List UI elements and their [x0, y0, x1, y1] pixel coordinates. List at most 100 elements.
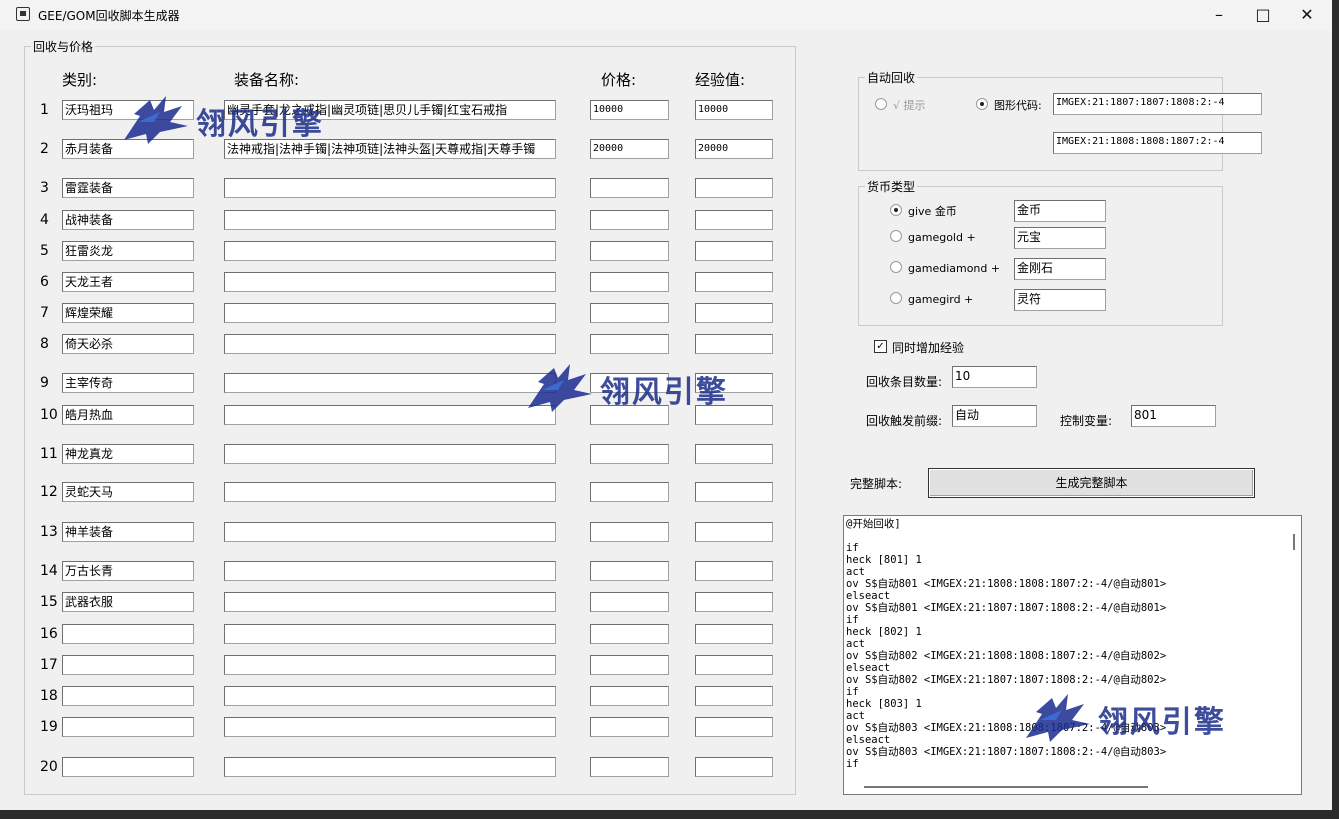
- item-names-field[interactable]: [224, 241, 556, 261]
- item-names-field[interactable]: [224, 303, 556, 323]
- item-names-field[interactable]: [224, 561, 556, 581]
- price-field[interactable]: [590, 655, 669, 675]
- generate-script-button[interactable]: 生成完整脚本: [928, 468, 1255, 498]
- category-field[interactable]: [62, 624, 194, 644]
- exp-field[interactable]: [695, 334, 773, 354]
- exp-field[interactable]: [695, 482, 773, 502]
- price-field[interactable]: 10000: [590, 100, 669, 120]
- category-field[interactable]: [62, 655, 194, 675]
- graphic-code-1-field[interactable]: IMGEX:21:1807:1807:1808:2:-4: [1053, 93, 1262, 115]
- category-field[interactable]: [62, 717, 194, 737]
- currency-name-field[interactable]: 元宝: [1014, 227, 1106, 249]
- item-names-field[interactable]: [224, 522, 556, 542]
- hint-radio[interactable]: √ 提示: [875, 97, 926, 113]
- count-field[interactable]: 10: [952, 366, 1037, 388]
- category-field[interactable]: 赤月装备: [62, 139, 194, 159]
- exp-field[interactable]: [695, 405, 773, 425]
- category-field[interactable]: 辉煌荣耀: [62, 303, 194, 323]
- maximize-button[interactable]: □: [1240, 0, 1286, 30]
- price-field[interactable]: [590, 522, 669, 542]
- currency-radio[interactable]: give 金币: [890, 203, 957, 219]
- category-field[interactable]: [62, 757, 194, 777]
- category-field[interactable]: 狂雷炎龙: [62, 241, 194, 261]
- category-field[interactable]: 神羊装备: [62, 522, 194, 542]
- item-names-field[interactable]: [224, 272, 556, 292]
- exp-field[interactable]: [695, 717, 773, 737]
- price-field[interactable]: [590, 241, 669, 261]
- item-names-field[interactable]: [224, 757, 556, 777]
- currency-name-field[interactable]: 金刚石: [1014, 258, 1106, 280]
- item-names-field[interactable]: [224, 717, 556, 737]
- currency-name-field[interactable]: 金币: [1014, 200, 1106, 222]
- price-field[interactable]: [590, 592, 669, 612]
- exp-field[interactable]: [695, 522, 773, 542]
- category-field[interactable]: 灵蛇天马: [62, 482, 194, 502]
- price-field[interactable]: 20000: [590, 139, 669, 159]
- price-field[interactable]: [590, 561, 669, 581]
- horizontal-scroll-thumb[interactable]: [864, 786, 1148, 788]
- category-field[interactable]: 沃玛祖玛: [62, 100, 194, 120]
- vertical-scrollbar[interactable]: [1287, 516, 1301, 780]
- item-names-field[interactable]: [224, 655, 556, 675]
- category-field[interactable]: 武器衣服: [62, 592, 194, 612]
- exp-field[interactable]: 10000: [695, 100, 773, 120]
- exp-field[interactable]: [695, 178, 773, 198]
- item-names-field[interactable]: 幽灵手套|龙之戒指|幽灵项链|思贝儿手镯|红宝石戒指: [224, 100, 556, 120]
- price-field[interactable]: [590, 210, 669, 230]
- category-field[interactable]: 皓月热血: [62, 405, 194, 425]
- control-var-field[interactable]: 801: [1131, 405, 1216, 427]
- item-names-field[interactable]: [224, 592, 556, 612]
- price-field[interactable]: [590, 373, 669, 393]
- exp-field[interactable]: [695, 272, 773, 292]
- item-names-field[interactable]: [224, 178, 556, 198]
- exp-field[interactable]: [695, 241, 773, 261]
- price-field[interactable]: [590, 624, 669, 644]
- exp-field[interactable]: [695, 624, 773, 644]
- price-field[interactable]: [590, 303, 669, 323]
- price-field[interactable]: [590, 482, 669, 502]
- script-textarea[interactable]: @开始回收] if heck [801] 1 act ov S$自动801 <I…: [843, 515, 1302, 795]
- currency-radio[interactable]: gamegird +: [890, 292, 973, 306]
- exp-field[interactable]: [695, 373, 773, 393]
- price-field[interactable]: [590, 686, 669, 706]
- item-names-field[interactable]: [224, 624, 556, 644]
- currency-name-field[interactable]: 灵符: [1014, 289, 1106, 311]
- graphic-code-radio[interactable]: 图形代码:: [976, 97, 1042, 113]
- close-button[interactable]: ✕: [1284, 0, 1330, 30]
- item-names-field[interactable]: [224, 210, 556, 230]
- currency-radio[interactable]: gamegold +: [890, 230, 976, 244]
- category-field[interactable]: 天龙王者: [62, 272, 194, 292]
- graphic-code-2-field[interactable]: IMGEX:21:1808:1808:1807:2:-4: [1053, 132, 1262, 154]
- item-names-field[interactable]: [224, 482, 556, 502]
- minimize-button[interactable]: –: [1196, 0, 1242, 30]
- category-field[interactable]: 神龙真龙: [62, 444, 194, 464]
- category-field[interactable]: 战神装备: [62, 210, 194, 230]
- item-names-field[interactable]: [224, 444, 556, 464]
- exp-field[interactable]: 20000: [695, 139, 773, 159]
- price-field[interactable]: [590, 405, 669, 425]
- exp-field[interactable]: [695, 303, 773, 323]
- category-field[interactable]: 倚天必杀: [62, 334, 194, 354]
- category-field[interactable]: 雷霆装备: [62, 178, 194, 198]
- currency-radio[interactable]: gamediamond +: [890, 261, 1000, 275]
- item-names-field[interactable]: 法神戒指|法神手镯|法神项链|法神头盔|天尊戒指|天尊手镯: [224, 139, 556, 159]
- exp-field[interactable]: [695, 757, 773, 777]
- item-names-field[interactable]: [224, 373, 556, 393]
- exp-field[interactable]: [695, 686, 773, 706]
- item-names-field[interactable]: [224, 334, 556, 354]
- exp-field[interactable]: [695, 210, 773, 230]
- vertical-scroll-thumb[interactable]: [1293, 534, 1295, 550]
- title-bar[interactable]: GEE/GOM回收脚本生成器 – □ ✕: [0, 0, 1332, 30]
- exp-field[interactable]: [695, 655, 773, 675]
- category-field[interactable]: 万古长青: [62, 561, 194, 581]
- price-field[interactable]: [590, 272, 669, 292]
- category-field[interactable]: [62, 686, 194, 706]
- category-field[interactable]: 主宰传奇: [62, 373, 194, 393]
- add-exp-checkbox[interactable]: ✓: [874, 340, 887, 353]
- price-field[interactable]: [590, 757, 669, 777]
- exp-field[interactable]: [695, 592, 773, 612]
- price-field[interactable]: [590, 444, 669, 464]
- price-field[interactable]: [590, 178, 669, 198]
- prefix-field[interactable]: 自动: [952, 405, 1037, 427]
- exp-field[interactable]: [695, 561, 773, 581]
